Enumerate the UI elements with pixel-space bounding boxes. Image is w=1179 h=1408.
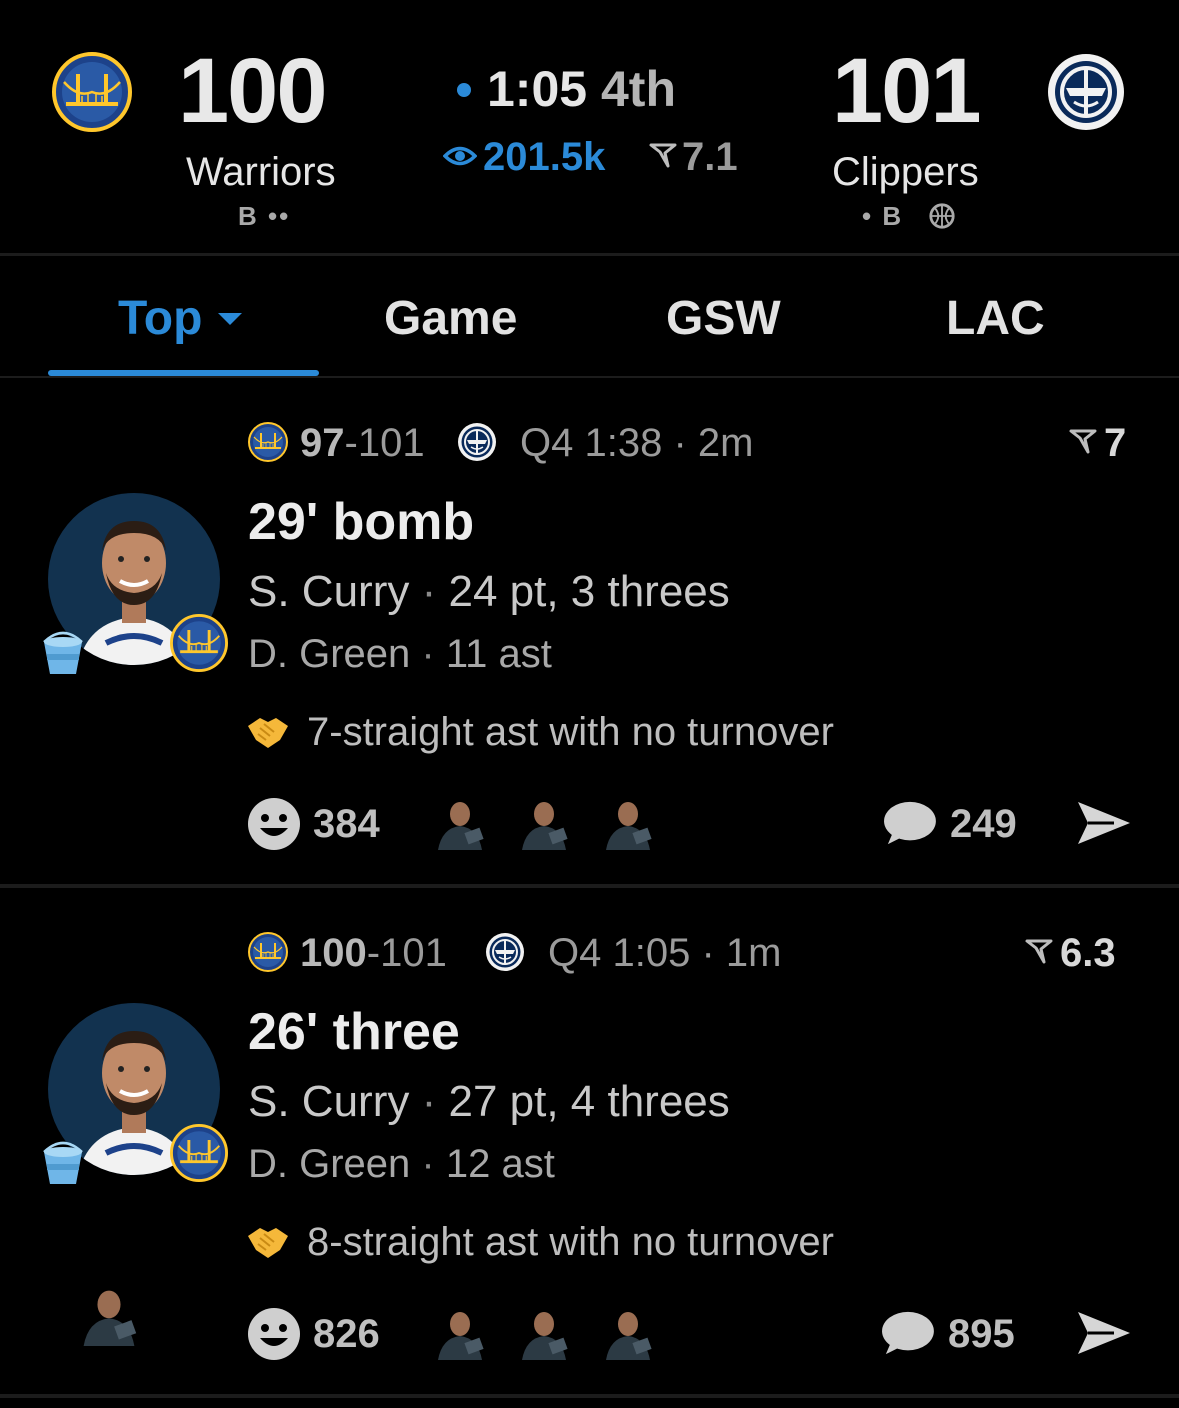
share-send-icon[interactable] bbox=[1074, 798, 1134, 848]
play-ago: 1m bbox=[725, 931, 782, 975]
warriors-mini-logo-icon bbox=[248, 932, 288, 972]
primary-player-stat: 24 pt, 3 threes bbox=[448, 567, 730, 616]
comment-count[interactable]: 895 bbox=[948, 1314, 1015, 1354]
card-divider bbox=[0, 1394, 1179, 1398]
handshake-icon bbox=[246, 1222, 290, 1262]
handshake-icon bbox=[246, 712, 290, 752]
away-score: 101 bbox=[832, 40, 981, 142]
rating-flag-icon bbox=[1068, 426, 1098, 456]
play-away-score: 101 bbox=[357, 421, 425, 465]
play-rating: 6.3 bbox=[1060, 931, 1116, 975]
clippers-mini-logo-icon bbox=[457, 422, 497, 462]
primary-player-stat: 27 pt, 4 threes bbox=[448, 1077, 730, 1126]
reaction-avatar bbox=[598, 798, 658, 850]
play-note: 8-straight ast with no turnover bbox=[307, 1220, 834, 1264]
card-divider bbox=[0, 884, 1179, 888]
comment-count[interactable]: 249 bbox=[950, 804, 1017, 844]
primary-player-line: S. Curry · 24 pt, 3 threes bbox=[248, 567, 730, 616]
home-status: B •• bbox=[238, 201, 291, 231]
home-team-name[interactable]: Warriors bbox=[186, 152, 336, 192]
play-home-score: 97 bbox=[300, 421, 345, 465]
header-divider bbox=[0, 253, 1179, 256]
warriors-mini-logo-icon bbox=[248, 422, 288, 462]
reaction-avatar bbox=[514, 1308, 574, 1360]
viewer-count: 201.5k bbox=[483, 135, 606, 179]
bucket-badge-icon bbox=[38, 1138, 88, 1188]
play-time: Q4 1:38 bbox=[520, 421, 663, 465]
smiley-reaction-icon[interactable] bbox=[246, 796, 302, 852]
rating-flag-icon bbox=[1024, 936, 1054, 966]
assist-player-name[interactable]: D. Green bbox=[248, 1142, 410, 1186]
reaction-avatar bbox=[598, 1308, 658, 1360]
reaction-avatar bbox=[430, 1308, 490, 1360]
warriors-badge-icon bbox=[170, 1124, 228, 1182]
assist-player-stat: 11 ast bbox=[445, 632, 552, 676]
away-status: • B bbox=[862, 201, 904, 231]
assist-player-line: D. Green · 12 ast bbox=[248, 1142, 555, 1186]
play-away-score: 101 bbox=[380, 931, 447, 975]
clippers-logo-icon[interactable] bbox=[1046, 52, 1126, 132]
primary-player-name[interactable]: S. Curry bbox=[248, 567, 409, 616]
share-send-icon[interactable] bbox=[1074, 1308, 1134, 1358]
primary-player-name[interactable]: S. Curry bbox=[248, 1077, 409, 1126]
play-headline: 29' bomb bbox=[248, 493, 475, 551]
play-home-score: 100 bbox=[300, 931, 367, 975]
away-team-name[interactable]: Clippers bbox=[832, 152, 979, 192]
primary-player-line: S. Curry · 27 pt, 4 threes bbox=[248, 1077, 730, 1126]
assist-player-line: D. Green · 11 ast bbox=[248, 632, 552, 676]
tab-game[interactable]: Game bbox=[384, 295, 517, 343]
tabs-divider bbox=[0, 376, 1179, 378]
clock-period: 4th bbox=[600, 61, 676, 117]
smiley-reaction-icon[interactable] bbox=[246, 1306, 302, 1362]
reaction-avatar bbox=[430, 798, 490, 850]
clippers-mini-logo-icon bbox=[485, 932, 525, 972]
tab-top[interactable]: Top bbox=[118, 295, 202, 343]
reaction-count[interactable]: 384 bbox=[313, 804, 380, 844]
play-meta: 100-101 bbox=[300, 931, 447, 975]
clock-time: 1:05 bbox=[487, 61, 588, 117]
basketball-possession-icon bbox=[928, 202, 956, 230]
game-rating: 7.1 bbox=[682, 135, 738, 179]
live-dot-icon bbox=[457, 83, 471, 97]
home-score: 100 bbox=[178, 40, 327, 142]
chevron-down-icon[interactable] bbox=[216, 311, 244, 327]
play-rating: 7 bbox=[1104, 421, 1127, 465]
assist-player-name[interactable]: D. Green bbox=[248, 632, 410, 676]
game-clock: 1:05 4th bbox=[487, 64, 676, 114]
play-ago: 2m bbox=[697, 421, 754, 465]
reaction-count[interactable]: 826 bbox=[313, 1314, 380, 1354]
play-note: 7-straight ast with no turnover bbox=[307, 710, 834, 754]
reaction-avatar bbox=[514, 798, 574, 850]
play-meta: 97-101 bbox=[300, 421, 425, 465]
play-time-meta: Q4 1:38 · 2m bbox=[520, 421, 754, 465]
warriors-badge-icon bbox=[170, 614, 228, 672]
comment-bubble-icon[interactable] bbox=[878, 1310, 936, 1358]
tab-top-label: Top bbox=[118, 292, 203, 345]
tab-gsw[interactable]: GSW bbox=[666, 295, 781, 343]
warriors-logo-icon[interactable] bbox=[52, 52, 132, 132]
viewer-avatar bbox=[72, 1286, 146, 1346]
rating-flag-icon bbox=[648, 140, 678, 170]
play-headline: 26' three bbox=[248, 1003, 460, 1061]
play-time-meta: Q4 1:05 · 1m bbox=[548, 931, 782, 975]
comment-bubble-icon[interactable] bbox=[880, 800, 938, 848]
assist-player-stat: 12 ast bbox=[445, 1142, 555, 1186]
bucket-badge-icon bbox=[38, 628, 88, 678]
eye-icon bbox=[443, 143, 477, 169]
play-time: Q4 1:05 bbox=[548, 931, 691, 975]
tab-lac[interactable]: LAC bbox=[946, 295, 1045, 343]
